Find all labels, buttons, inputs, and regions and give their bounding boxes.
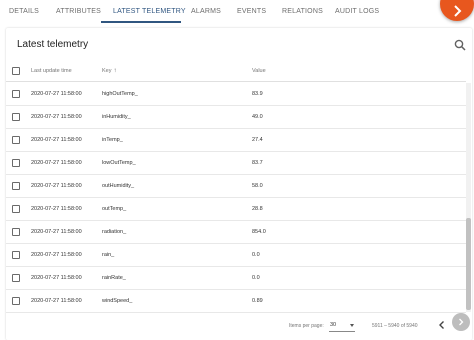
row-checkbox[interactable] [12, 297, 20, 305]
row-time: 2020-07-27 11:58:00 [31, 298, 82, 304]
scrollbar-thumb[interactable] [466, 218, 471, 310]
tab-relations[interactable]: RELATIONS [282, 0, 323, 24]
row-time: 2020-07-27 11:58:00 [31, 252, 82, 258]
row-key: outTemp_ [102, 206, 127, 212]
row-value: 58.0 [252, 183, 263, 189]
row-value: 27.4 [252, 137, 263, 143]
row-checkbox[interactable] [12, 159, 20, 167]
table-row[interactable]: 2020-07-27 11:58:00 rainRate_ 0.0 [6, 267, 466, 290]
tab-bar: DETAILS ATTRIBUTES LATEST TELEMETRY ALAR… [0, 0, 474, 24]
paginator: Items per page: 30 5911 – 5940 of 5940 [6, 313, 472, 340]
chevron-left-icon[interactable] [437, 320, 447, 330]
table-row[interactable]: 2020-07-27 11:58:00 lowOutTemp_ 83.7 [6, 152, 466, 175]
row-value: 0.89 [252, 298, 263, 304]
select-all-checkbox[interactable] [12, 67, 20, 75]
row-key: outHumidity_ [102, 183, 135, 189]
row-value: 28.8 [252, 206, 263, 212]
card-title: Latest telemetry [17, 39, 89, 50]
row-key: inHumidity_ [102, 114, 131, 120]
table-row[interactable]: 2020-07-27 11:58:00 rain_ 0.0 [6, 244, 466, 267]
table-row[interactable]: 2020-07-27 11:58:00 radiation_ 854.0 [6, 221, 466, 244]
row-time: 2020-07-27 11:58:00 [31, 91, 82, 97]
row-checkbox[interactable] [12, 228, 20, 236]
table-row[interactable]: 2020-07-27 11:58:00 outTemp_ 28.8 [6, 198, 466, 221]
column-header-last-update-time[interactable]: Last update time [31, 60, 72, 82]
row-checkbox[interactable] [12, 90, 20, 98]
row-value: 0.0 [252, 275, 260, 281]
row-key: windSpeed_ [102, 298, 133, 304]
tab-audit-logs[interactable]: AUDIT LOGS [335, 0, 379, 24]
row-time: 2020-07-27 11:58:00 [31, 160, 82, 166]
chevron-right-icon [459, 318, 464, 326]
row-time: 2020-07-27 11:58:00 [31, 229, 82, 235]
table-row[interactable]: 2020-07-27 11:58:00 inTemp_ 27.4 [6, 129, 466, 152]
search-icon[interactable] [454, 39, 466, 51]
tab-attributes[interactable]: ATTRIBUTES [56, 0, 101, 24]
tab-details[interactable]: DETAILS [9, 0, 39, 24]
row-value: 83.7 [252, 160, 263, 166]
row-time: 2020-07-27 11:58:00 [31, 183, 82, 189]
table-row[interactable]: 2020-07-27 11:58:00 windSpeed_ 0.89 [6, 290, 466, 313]
row-checkbox[interactable] [12, 274, 20, 282]
tab-events[interactable]: EVENTS [237, 0, 266, 24]
row-checkbox[interactable] [12, 182, 20, 190]
row-time: 2020-07-27 11:58:00 [31, 114, 82, 120]
items-per-page-label: Items per page: [289, 323, 324, 329]
items-per-page-select[interactable]: 30 [329, 319, 355, 332]
column-header-key-label: Key [102, 68, 112, 74]
row-checkbox[interactable] [12, 251, 20, 259]
table-row[interactable]: 2020-07-27 11:58:00 highOutTemp_ 83.9 [6, 83, 466, 106]
page-range-label: 5911 – 5940 of 5940 [372, 323, 418, 329]
tab-alarms[interactable]: ALARMS [191, 0, 221, 24]
row-value: 0.0 [252, 252, 260, 258]
row-checkbox[interactable] [12, 136, 20, 144]
row-time: 2020-07-27 11:58:00 [31, 137, 82, 143]
column-header-value[interactable]: Value [252, 60, 266, 82]
chevron-right-icon [454, 5, 462, 17]
next-page-button[interactable] [452, 313, 470, 331]
row-key: highOutTemp_ [102, 91, 138, 97]
row-checkbox[interactable] [12, 205, 20, 213]
column-header-key[interactable]: Key ↑ [102, 60, 116, 82]
dropdown-arrow-icon [350, 324, 354, 327]
table-row[interactable]: 2020-07-27 11:58:00 inHumidity_ 49.0 [6, 106, 466, 129]
table-header: Last update time Key ↑ Value [6, 60, 466, 82]
active-tab-indicator [101, 21, 181, 23]
row-key: inTemp_ [102, 137, 123, 143]
row-value: 854.0 [252, 229, 266, 235]
table-row[interactable]: 2020-07-27 11:58:00 outHumidity_ 58.0 [6, 175, 466, 198]
row-time: 2020-07-27 11:58:00 [31, 275, 82, 281]
row-checkbox[interactable] [12, 113, 20, 121]
items-per-page-value: 30 [330, 322, 337, 328]
row-value: 49.0 [252, 114, 263, 120]
row-value: 83.9 [252, 91, 263, 97]
row-key: rain_ [102, 252, 115, 258]
latest-telemetry-card: Latest telemetry Last update time Key ↑ V… [6, 28, 472, 340]
row-time: 2020-07-27 11:58:00 [31, 206, 82, 212]
arrow-up-icon: ↑ [113, 68, 117, 74]
row-key: radiation_ [102, 229, 127, 235]
row-key: rainRate_ [102, 275, 126, 281]
row-key: lowOutTemp_ [102, 160, 136, 166]
